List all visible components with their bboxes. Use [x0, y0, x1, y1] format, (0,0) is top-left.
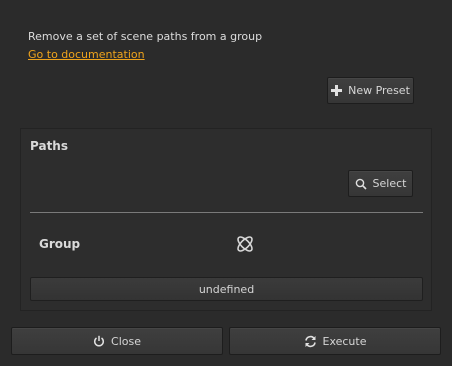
search-icon	[355, 178, 367, 190]
documentation-link[interactable]: Go to documentation	[28, 48, 145, 61]
execute-label: Execute	[322, 334, 367, 348]
new-preset-button[interactable]: New Preset	[327, 77, 414, 104]
execute-button[interactable]: Execute	[229, 327, 441, 355]
divider	[30, 212, 423, 213]
paths-title: Paths	[30, 139, 68, 153]
select-label: Select	[372, 177, 407, 190]
group-label: Group	[39, 237, 81, 251]
plus-icon	[331, 85, 343, 96]
group-value-field[interactable]: undefined	[30, 277, 423, 301]
group-knot-icon[interactable]	[234, 233, 256, 255]
close-button[interactable]: Close	[11, 327, 223, 355]
paths-panel: Paths Select Group undefined	[20, 128, 432, 311]
power-icon	[93, 335, 105, 347]
refresh-icon	[304, 335, 317, 348]
description-text: Remove a set of scene paths from a group	[28, 30, 263, 43]
select-button[interactable]: Select	[348, 170, 413, 197]
new-preset-label: New Preset	[348, 84, 410, 97]
close-label: Close	[111, 334, 141, 348]
